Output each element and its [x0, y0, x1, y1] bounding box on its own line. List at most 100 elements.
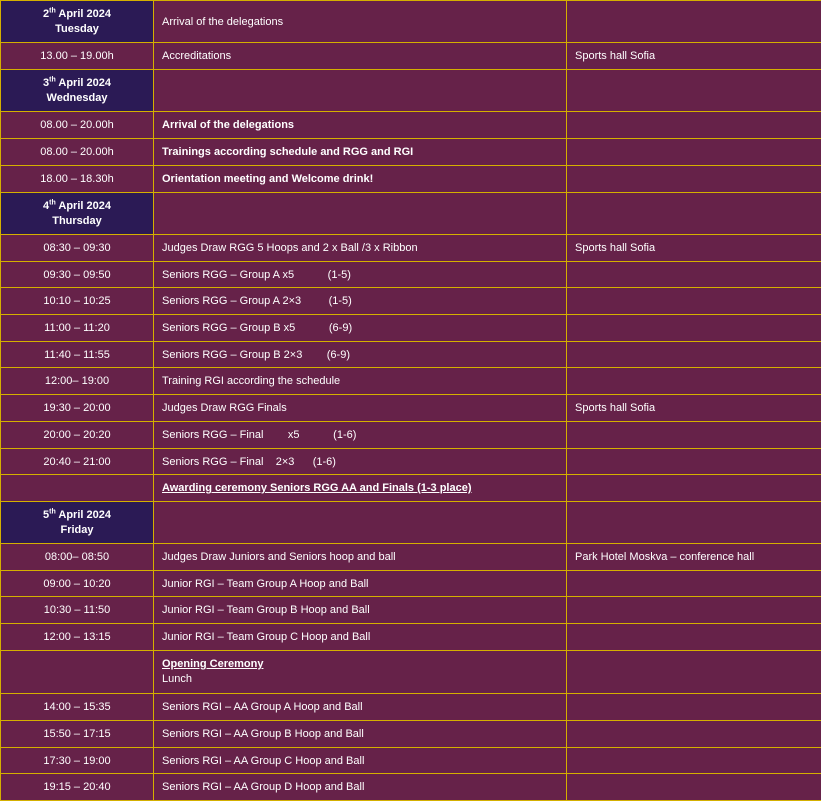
table-row: 19:15 – 20:40 Seniors RGI – AA Group D H…: [1, 774, 821, 801]
event-cell: Junior RGI – Team Group B Hoop and Ball: [154, 597, 567, 624]
table-row: 08.00 – 20.00h Trainings according sched…: [1, 139, 821, 166]
event-cell: Seniors RGG – Group A 2×3 (1-5): [154, 288, 567, 315]
venue-cell: [567, 624, 821, 651]
venue-cell: [567, 449, 821, 475]
venue-cell: Sports hall Sofia: [567, 43, 821, 70]
table-row: 13.00 – 19.00h Accreditations Sports hal…: [1, 43, 821, 70]
venue-cell: [567, 1, 821, 43]
table-row: 11:00 – 11:20 Seniors RGG – Group B x5 (…: [1, 315, 821, 342]
event-cell: Junior RGI – Team Group C Hoop and Ball: [154, 624, 567, 651]
time-cell: 20:00 – 20:20: [1, 422, 154, 449]
event-cell: Seniors RGI – AA Group A Hoop and Ball: [154, 694, 567, 721]
time-cell: 09:00 – 10:20: [1, 571, 154, 597]
time-cell: 13.00 – 19.00h: [1, 43, 154, 70]
venue-cell: [567, 262, 821, 288]
event-cell: Seniors RGG – Group A x5 (1-5): [154, 262, 567, 288]
event-cell: Judges Draw RGG Finals: [154, 395, 567, 422]
venue-cell: [567, 112, 821, 139]
day-header-row: 3th April 2024Wednesday: [1, 70, 821, 112]
table-row: 12:00 – 13:15 Junior RGI – Team Group C …: [1, 624, 821, 651]
event-cell: [154, 70, 567, 112]
time-cell: 20:40 – 21:00: [1, 449, 154, 475]
venue-cell: [567, 502, 821, 544]
time-cell: 09:30 – 09:50: [1, 262, 154, 288]
time-cell: 10:30 – 11:50: [1, 597, 154, 624]
event-cell: Orientation meeting and Welcome drink!: [154, 166, 567, 193]
venue-cell: [567, 139, 821, 166]
event-cell: Seniors RGI – AA Group C Hoop and Ball: [154, 748, 567, 774]
venue-cell: [567, 774, 821, 801]
schedule-table: 2th April 2024Tuesday Arrival of the del…: [0, 0, 821, 801]
venue-cell: [567, 721, 821, 748]
venue-cell: [567, 193, 821, 235]
venue-cell: [567, 475, 821, 502]
event-cell: Training RGI according the schedule: [154, 368, 567, 395]
event-cell: Arrival of the delegations: [154, 1, 567, 43]
awarding-ceremony-link[interactable]: Awarding ceremony Seniors RGG AA and Fin…: [162, 482, 472, 494]
venue-cell: Sports hall Sofia: [567, 395, 821, 422]
venue-cell: [567, 597, 821, 624]
table-row: 12:00– 19:00 Training RGI according the …: [1, 368, 821, 395]
venue-cell: [567, 571, 821, 597]
table-row: 08.00 – 20.00h Arrival of the delegation…: [1, 112, 821, 139]
day-header-row: 2th April 2024Tuesday Arrival of the del…: [1, 1, 821, 43]
time-cell: 18.00 – 18.30h: [1, 166, 154, 193]
time-cell: 17:30 – 19:00: [1, 748, 154, 774]
event-cell: Seniors RGI – AA Group D Hoop and Ball: [154, 774, 567, 801]
table-row: 18.00 – 18.30h Orientation meeting and W…: [1, 166, 821, 193]
venue-cell: Park Hotel Moskva – conference hall: [567, 544, 821, 571]
table-row: 10:10 – 10:25 Seniors RGG – Group A 2×3 …: [1, 288, 821, 315]
venue-cell: [567, 315, 821, 342]
time-cell: 14:00 – 15:35: [1, 694, 154, 721]
event-cell: [154, 193, 567, 235]
venue-cell: [567, 342, 821, 368]
table-row: 08:00– 08:50 Judges Draw Juniors and Sen…: [1, 544, 821, 571]
time-cell: [1, 651, 154, 694]
venue-cell: [567, 422, 821, 449]
event-cell: Trainings according schedule and RGG and…: [154, 139, 567, 166]
table-row: 17:30 – 19:00 Seniors RGI – AA Group C H…: [1, 748, 821, 774]
time-cell: 11:40 – 11:55: [1, 342, 154, 368]
table-row: 20:40 – 21:00 Seniors RGG – Final 2×3 (1…: [1, 449, 821, 475]
event-cell: Seniors RGG – Final 2×3 (1-6): [154, 449, 567, 475]
event-cell: Judges Draw RGG 5 Hoops and 2 x Ball /3 …: [154, 235, 567, 262]
event-cell: Seniors RGG – Group B 2×3 (6-9): [154, 342, 567, 368]
table-row: 09:00 – 10:20 Junior RGI – Team Group A …: [1, 571, 821, 597]
time-cell: 11:00 – 11:20: [1, 315, 154, 342]
table-row: 11:40 – 11:55 Seniors RGG – Group B 2×3 …: [1, 342, 821, 368]
event-cell: Accreditations: [154, 43, 567, 70]
table-row: Opening Ceremony Lunch: [1, 651, 821, 694]
table-row: 19:30 – 20:00 Judges Draw RGG Finals Spo…: [1, 395, 821, 422]
event-cell: Opening Ceremony Lunch: [154, 651, 567, 694]
venue-cell: [567, 694, 821, 721]
time-cell: 19:30 – 20:00: [1, 395, 154, 422]
table-row: 20:00 – 20:20 Seniors RGG – Final x5 (1-…: [1, 422, 821, 449]
event-cell: Arrival of the delegations: [154, 112, 567, 139]
time-cell: 10:10 – 10:25: [1, 288, 154, 315]
event-cell: Seniors RGG – Group B x5 (6-9): [154, 315, 567, 342]
opening-ceremony-link[interactable]: Opening Ceremony: [162, 658, 263, 670]
table-row: 09:30 – 09:50 Seniors RGG – Group A x5 (…: [1, 262, 821, 288]
time-cell: 15:50 – 17:15: [1, 721, 154, 748]
table-row: 14:00 – 15:35 Seniors RGI – AA Group A H…: [1, 694, 821, 721]
lunch-label: Lunch: [162, 673, 192, 685]
day-header-cell: 4th April 2024Thursday: [1, 193, 154, 235]
event-cell: Junior RGI – Team Group A Hoop and Ball: [154, 571, 567, 597]
event-cell: Judges Draw Juniors and Seniors hoop and…: [154, 544, 567, 571]
time-cell: 08:00– 08:50: [1, 544, 154, 571]
time-cell: [1, 475, 154, 502]
venue-cell: [567, 288, 821, 315]
event-cell: Awarding ceremony Seniors RGG AA and Fin…: [154, 475, 567, 502]
event-cell: Seniors RGI – AA Group B Hoop and Ball: [154, 721, 567, 748]
venue-cell: Sports hall Sofia: [567, 235, 821, 262]
event-cell: [154, 502, 567, 544]
day-header-cell: 3th April 2024Wednesday: [1, 70, 154, 112]
time-cell: 19:15 – 20:40: [1, 774, 154, 801]
event-cell: Seniors RGG – Final x5 (1-6): [154, 422, 567, 449]
time-cell: 08.00 – 20.00h: [1, 112, 154, 139]
time-cell: 12:00 – 13:15: [1, 624, 154, 651]
day-header-cell: 2th April 2024Tuesday: [1, 1, 154, 43]
day-header-cell: 5th April 2024Friday: [1, 502, 154, 544]
venue-cell: [567, 651, 821, 694]
venue-cell: [567, 166, 821, 193]
